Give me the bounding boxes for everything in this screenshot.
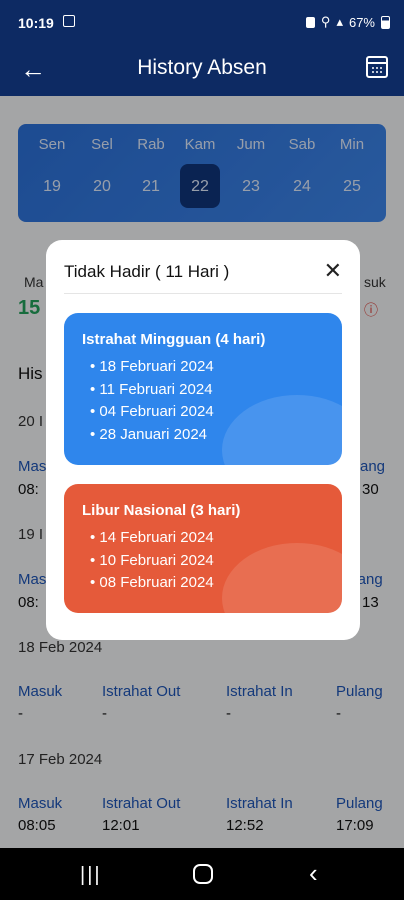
calendar-icon[interactable] [366,56,388,78]
battery-icon [381,15,390,29]
list-item: • 04 Februari 2024 [90,403,214,420]
national-holiday-card: Libur Nasional (3 hari) • 14 Februari 20… [64,484,342,613]
page-title: History Absen [137,56,267,79]
weekly-rest-card: Istrahat Mingguan (4 hari) • 18 Februari… [64,313,342,465]
gallery-icon [63,15,75,27]
home-icon[interactable] [193,864,213,884]
status-bar: 10:19 ⚲ ▴ 67% [0,0,404,44]
list-item: • 18 Februari 2024 [90,358,214,375]
absence-dialog: Tidak Hadir ( 11 Hari ) ✕ Istrahat Mingg… [46,240,360,640]
app-bar: ← History Absen [0,44,404,96]
system-nav-bar: ||| ‹ [0,848,404,900]
list-item: • 08 Februari 2024 [90,574,214,591]
list-item: • 28 Januari 2024 [90,425,208,443]
dialog-title: Tidak Hadir ( 11 Hari ) [64,262,230,281]
list-item: • 14 Februari 2024 [90,529,214,546]
divider [64,293,342,294]
close-icon[interactable]: ✕ [324,258,342,284]
chevron-left-icon[interactable]: ‹ [309,858,318,889]
list-item: • 11 Februari 2024 [90,380,213,398]
status-icons: ⚲ ▴ 67% [305,14,390,30]
location-icon: ⚲ [320,14,331,29]
battery-text: 67% [348,14,375,30]
list-item: • 10 Februari 2024 [90,551,214,569]
card-title: Libur Nasional (3 hari) [82,502,241,519]
signal-icon: ▴ [336,14,343,29]
recent-apps-icon[interactable]: ||| [80,864,102,887]
status-time: 10:19 [18,15,54,31]
sim-icon [305,16,315,28]
card-title: Istrahat Mingguan (4 hari) [82,331,266,348]
